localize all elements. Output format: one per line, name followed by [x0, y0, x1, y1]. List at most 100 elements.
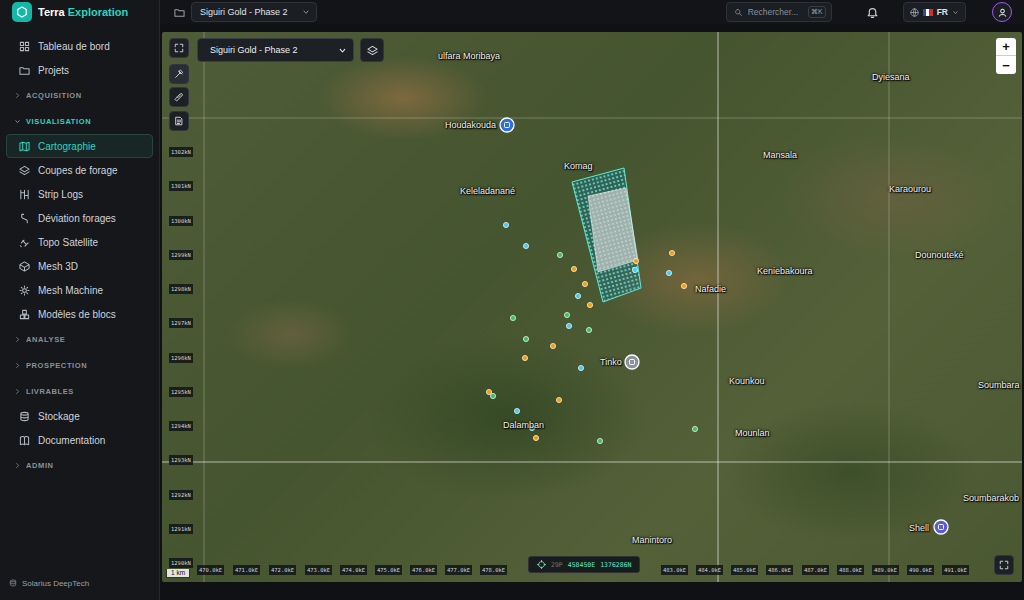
search-placeholder: Rechercher...: [748, 7, 799, 17]
drill-hole[interactable]: [490, 393, 495, 398]
drill-hole[interactable]: [566, 323, 571, 328]
company-name: Solarius DeepTech: [22, 579, 89, 588]
folder-icon: [19, 65, 30, 76]
notifications-button[interactable]: [862, 6, 883, 19]
sidebar-item[interactable]: Mesh Machine: [6, 278, 153, 302]
drill-hole[interactable]: [586, 327, 591, 332]
easting-tick: 473.0kE: [305, 565, 332, 575]
sidebar-item-label: Cartographie: [38, 141, 96, 152]
northing-tick: 1302kN: [169, 147, 193, 157]
drill-hole[interactable]: [486, 389, 491, 394]
drill-hole[interactable]: [571, 266, 576, 271]
map[interactable]: ulfara MoribayaHoudakoudaKeleladananéKom…: [162, 32, 1022, 582]
easting-tick: 484.0kE: [696, 565, 723, 575]
sidebar-item[interactable]: Projets: [6, 58, 153, 82]
drill-hole[interactable]: [557, 252, 562, 257]
easting-tick: 478.0kE: [480, 565, 507, 575]
poi-pin-icon[interactable]: [934, 520, 948, 534]
brand[interactable]: TerraExploration: [0, 0, 159, 24]
report-button[interactable]: [169, 111, 189, 131]
place-label: Soumbarakob: [963, 492, 1019, 504]
satellite-icon: [19, 237, 30, 248]
drill-hole[interactable]: [632, 267, 637, 272]
sidebar-item[interactable]: Stockage: [6, 404, 153, 428]
sidebar-section[interactable]: ANALYSE: [0, 326, 159, 352]
ruler-icon: [174, 92, 184, 102]
poi-pin-icon[interactable]: [500, 118, 514, 132]
northing-tick: 1294kN: [169, 421, 193, 431]
project-select[interactable]: Siguiri Gold - Phase 2: [191, 2, 317, 22]
drill-hole[interactable]: [575, 293, 580, 298]
drill-hole[interactable]: [503, 222, 508, 227]
drill-hole[interactable]: [681, 283, 686, 288]
main: Siguiri Gold - Phase 2 Rechercher...⌘K FR u…: [160, 0, 1024, 600]
map-icon: [19, 141, 30, 152]
language-select[interactable]: FR: [903, 2, 966, 22]
sidebar-section[interactable]: LIVRABLES: [0, 378, 159, 404]
blocks-icon: [19, 309, 30, 320]
drill-hole[interactable]: [587, 302, 592, 307]
chevron-down-icon: [302, 8, 310, 16]
sidebar-item-label: Déviation forages: [38, 213, 116, 224]
layers-button[interactable]: [360, 38, 384, 62]
sidebar-item[interactable]: Mesh 3D: [6, 254, 153, 278]
drill-grid-core: [588, 188, 638, 272]
sidebar-section[interactable]: VISUALISATION: [0, 108, 159, 134]
drill-hole[interactable]: [550, 343, 555, 348]
sidebar-item[interactable]: Coupes de forage: [6, 158, 153, 182]
zoom-out-button[interactable]: −: [996, 56, 1016, 74]
app: TerraExploration Tableau de bord ProjetsAC…: [0, 0, 1024, 600]
sidebar-section-label: ADMIN: [26, 461, 54, 470]
northing-tick: 1297kN: [169, 318, 193, 328]
sidebar-section-label: PROSPECTION: [26, 361, 87, 370]
sidebar-item[interactable]: Strip Logs: [6, 182, 153, 206]
fullscreen-button[interactable]: [169, 38, 189, 58]
zoom-in-button[interactable]: +: [996, 38, 1016, 56]
drill-hole[interactable]: [669, 250, 674, 255]
poi-pin-icon[interactable]: [625, 355, 639, 369]
drill-hole[interactable]: [597, 438, 602, 443]
sidebar-item[interactable]: Déviation forages: [6, 206, 153, 230]
map-overlay: [162, 32, 1022, 582]
drill-hole[interactable]: [582, 281, 587, 286]
measure-button[interactable]: [169, 87, 189, 107]
place-label: Mansala: [763, 149, 797, 161]
sidebar-item-label: Tableau de bord: [38, 41, 110, 52]
easting-tick: 487.0kE: [802, 565, 829, 575]
place-label: Tinko: [600, 356, 622, 368]
sidebar-section[interactable]: ADMIN: [0, 452, 159, 478]
drill-hole[interactable]: [666, 270, 671, 275]
grid-line: [718, 32, 719, 582]
northing-tick: 1301kN: [169, 181, 193, 191]
drill-hole[interactable]: [510, 315, 515, 320]
drill-section-icon: [19, 165, 30, 176]
sidebar-item[interactable]: Topo Satellite: [6, 230, 153, 254]
drill-hole[interactable]: [564, 312, 569, 317]
layer-select[interactable]: Siguiri Gold - Phase 2: [197, 38, 354, 62]
drill-grid[interactable]: [572, 168, 641, 302]
user-avatar[interactable]: [992, 2, 1012, 22]
northing-tick: 1293kN: [169, 455, 193, 465]
sidebar-section[interactable]: ACQUISITION: [0, 82, 159, 108]
drill-hole[interactable]: [514, 408, 519, 413]
drill-hole[interactable]: [578, 365, 583, 370]
sidebar-item[interactable]: Tableau de bord: [6, 34, 153, 58]
sidebar-item[interactable]: Cartographie: [6, 134, 153, 158]
drill-hole[interactable]: [692, 426, 697, 431]
sidebar-item[interactable]: Documentation: [6, 428, 153, 452]
scale-label: 1 km: [171, 569, 185, 576]
drill-hole[interactable]: [523, 336, 528, 341]
drill-hole[interactable]: [633, 258, 638, 263]
drill-hole[interactable]: [523, 243, 528, 248]
northing-tick: 1296kN: [169, 353, 193, 363]
drill-hole[interactable]: [556, 397, 561, 402]
grid-line: [204, 32, 205, 582]
sidebar-item[interactable]: Modèles de blocs: [6, 302, 153, 326]
search-box[interactable]: Rechercher...⌘K: [726, 2, 832, 22]
drill-hole[interactable]: [533, 435, 538, 440]
drill-hole[interactable]: [522, 355, 527, 360]
northing-tick: 1298kN: [169, 284, 193, 294]
tools-button[interactable]: [169, 64, 189, 84]
expand-map-button[interactable]: [994, 555, 1014, 575]
sidebar-section[interactable]: PROSPECTION: [0, 352, 159, 378]
